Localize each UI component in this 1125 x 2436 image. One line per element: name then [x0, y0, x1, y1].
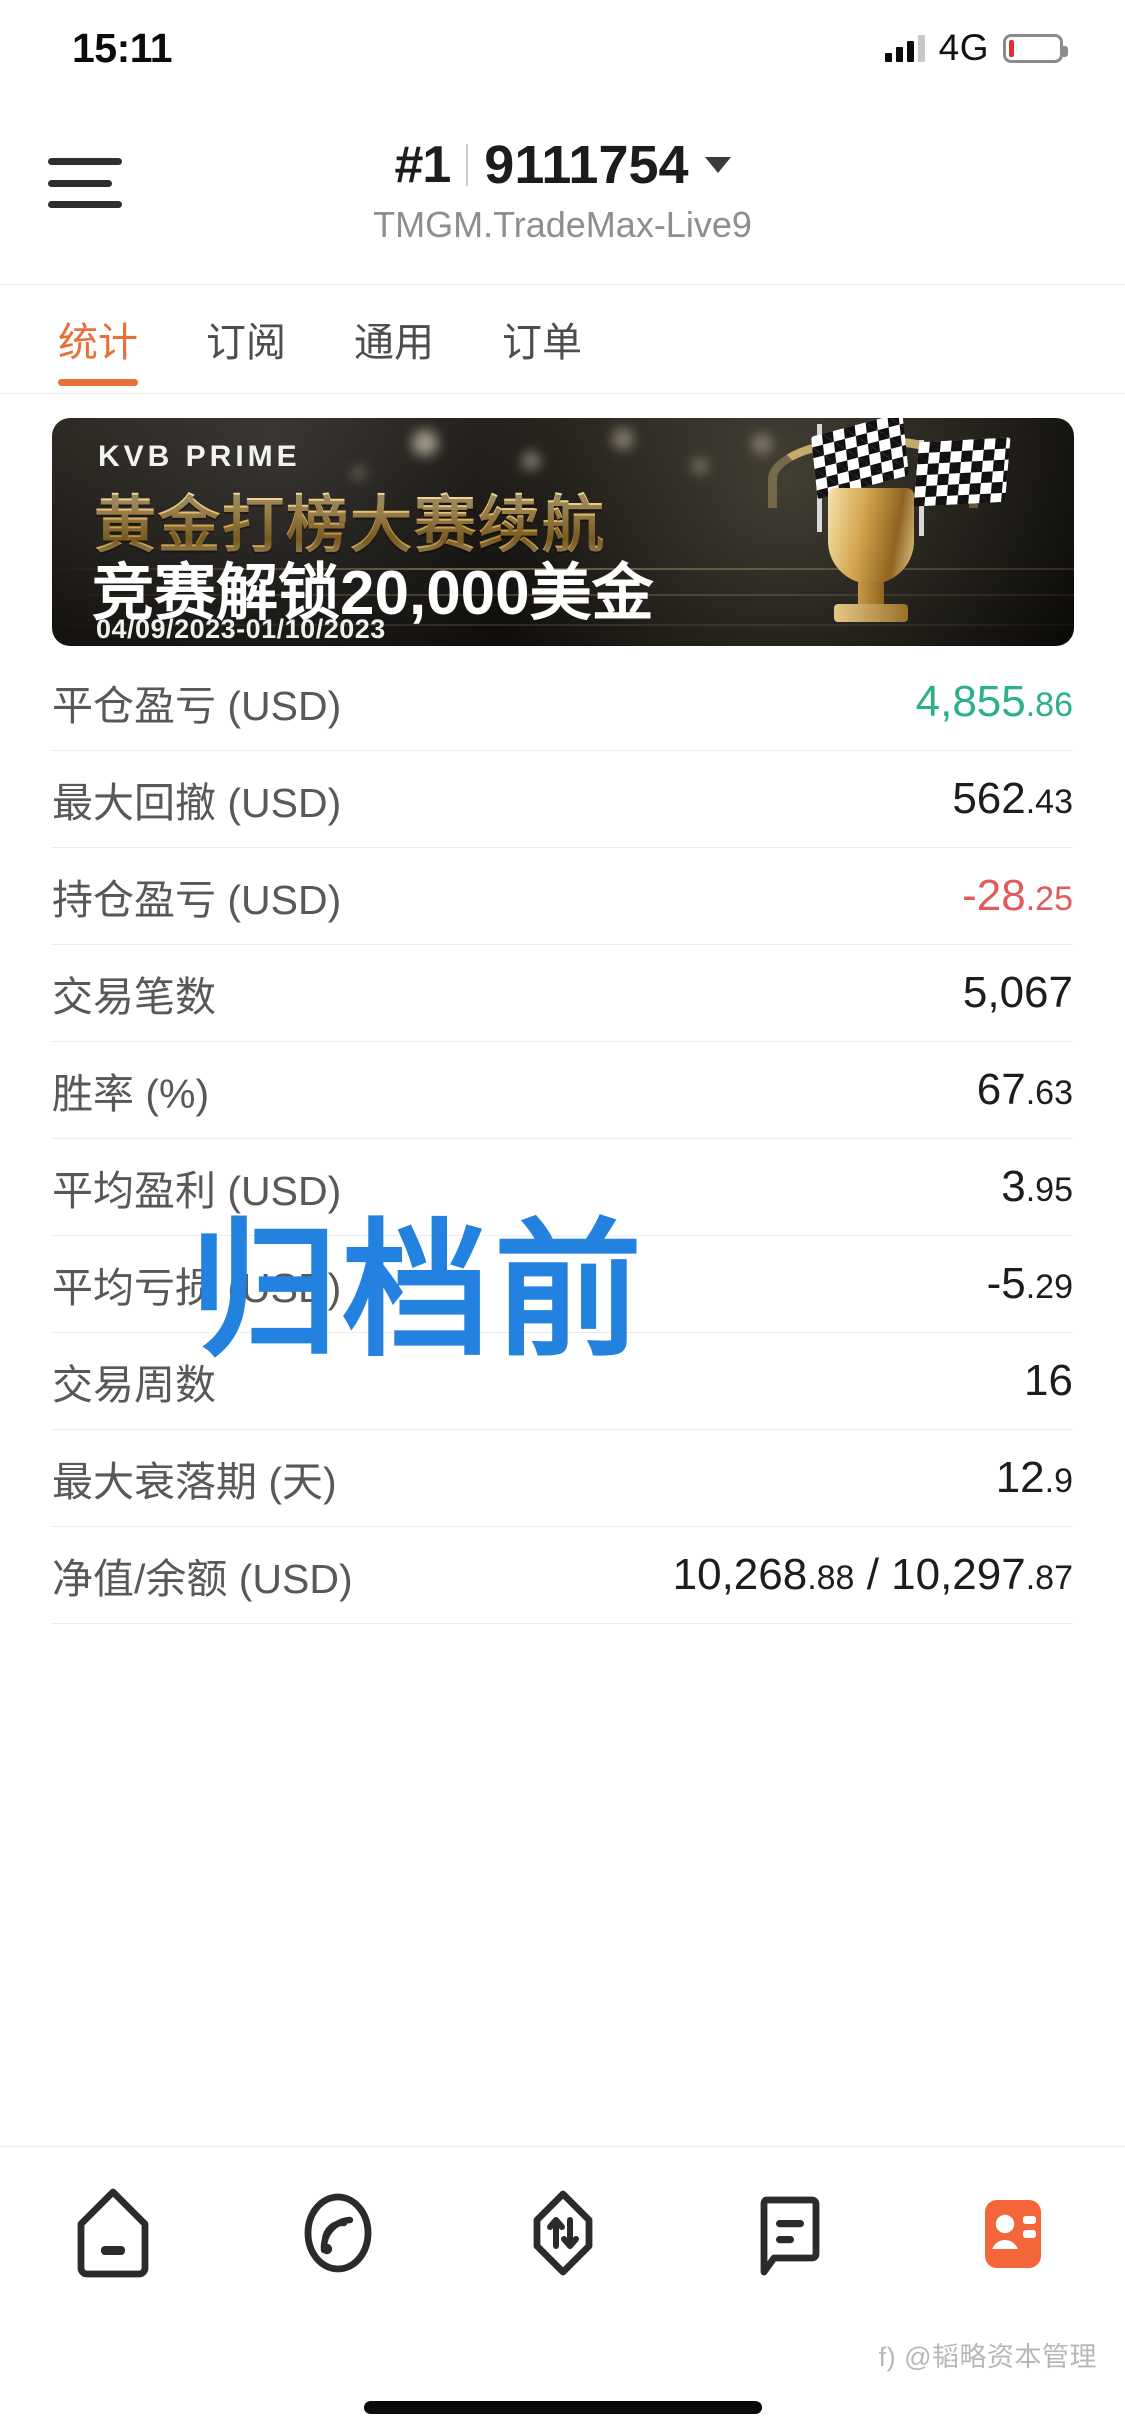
stat-label: 净值/余额 (USD)	[52, 1556, 353, 1602]
status-right-group: 4G	[884, 27, 1068, 69]
trophy-icon	[786, 452, 956, 632]
bottom-navigation-bar	[0, 2146, 1125, 2318]
table-row[interactable]: 交易周数 16	[52, 1333, 1073, 1430]
stat-label: 最大回撤 (USD)	[52, 780, 342, 826]
table-row[interactable]: 平仓盈亏 (USD) 4,855.86	[52, 654, 1073, 751]
home-icon	[71, 2186, 155, 2280]
account-number: 9111754	[484, 135, 689, 195]
banner-brand: KVB PRIME	[98, 440, 301, 473]
stat-value: -5.29	[986, 1259, 1073, 1308]
banner-date-range: 04/09/2023-01/10/2023	[96, 614, 386, 644]
tab-orders[interactable]: 订单	[468, 284, 616, 394]
tab-bar: 统计 订阅 通用 订单	[0, 284, 1125, 394]
tab-subscription[interactable]: 订阅	[172, 284, 320, 394]
stat-label: 交易笔数	[52, 974, 216, 1020]
table-row[interactable]: 净值/余额 (USD) 10,268.88 / 10,297.87	[52, 1527, 1073, 1624]
tab-general[interactable]: 通用	[320, 284, 468, 394]
chevron-down-icon[interactable]	[704, 157, 731, 173]
table-row[interactable]: 持仓盈亏 (USD) -28.25	[52, 848, 1073, 945]
title-divider	[466, 144, 469, 186]
stat-label: 最大衰落期 (天)	[52, 1459, 337, 1505]
table-row[interactable]: 最大回撤 (USD) 562.43	[52, 751, 1073, 848]
status-time: 15:11	[72, 24, 173, 71]
signal-bars-icon	[884, 34, 925, 62]
signal-wave-icon	[296, 2186, 380, 2280]
stat-label: 平仓盈亏 (USD)	[52, 683, 342, 729]
home-indicator[interactable]	[363, 2401, 762, 2414]
table-row[interactable]: 胜率 (%) 67.63	[52, 1042, 1073, 1139]
stat-value: 10,268.88 / 10,297.87	[672, 1550, 1073, 1599]
message-icon	[746, 2186, 830, 2280]
stat-value: 12.9	[995, 1453, 1073, 1502]
nav-trade[interactable]	[488, 2173, 638, 2293]
nav-home[interactable]	[38, 2173, 188, 2293]
promo-banner[interactable]: KVB PRIME 黄金打榜大赛续航 竞赛解锁20,000美金 04/09/20…	[52, 418, 1074, 646]
stat-value: 67.63	[976, 1065, 1073, 1114]
stat-value: -28.25	[962, 871, 1073, 920]
battery-low-icon	[1003, 33, 1068, 63]
stat-value: 5,067	[962, 968, 1073, 1017]
profile-card-icon	[971, 2186, 1055, 2280]
table-row[interactable]: 平均盈利 (USD) 3.95	[52, 1139, 1073, 1236]
watermark-text: f) @韬略资本管理	[878, 2342, 1097, 2372]
statistics-list: 平仓盈亏 (USD) 4,855.86 最大回撤 (USD) 562.43 持仓…	[0, 654, 1125, 1624]
status-bar: 15:11 4G	[0, 0, 1125, 96]
server-name: TMGM.TradeMax-Live9	[373, 204, 752, 245]
stat-value: 4,855.86	[915, 677, 1073, 726]
nav-chat[interactable]	[713, 2173, 863, 2293]
table-row[interactable]: 平均亏损 (USD) -5.29	[52, 1236, 1073, 1333]
table-row[interactable]: 最大衰落期 (天) 12.9	[52, 1430, 1073, 1527]
stat-label: 持仓盈亏 (USD)	[52, 877, 342, 923]
nav-signals[interactable]	[263, 2173, 413, 2293]
account-title-block[interactable]: #1 9111754 TMGM.TradeMax-Live9	[0, 134, 1125, 246]
phone-screen: 15:11 4G #1 9111754 TMGM.TradeMax-Live9	[0, 0, 1125, 2436]
account-title-line[interactable]: #1 9111754	[394, 134, 731, 196]
stat-value: 16	[1024, 1356, 1073, 1405]
stat-value: 3.95	[1001, 1162, 1073, 1211]
account-rank: #1	[394, 136, 451, 194]
stat-label: 胜率 (%)	[52, 1071, 210, 1117]
stat-value: 562.43	[952, 774, 1073, 823]
stat-label: 平均盈利 (USD)	[52, 1168, 342, 1214]
network-type-label: 4G	[938, 27, 989, 68]
stat-label: 交易周数	[52, 1362, 216, 1408]
tab-statistics[interactable]: 统计	[24, 284, 172, 394]
table-row[interactable]: 交易笔数 5,067	[52, 945, 1073, 1042]
nav-profile[interactable]	[938, 2173, 1088, 2293]
app-header: #1 9111754 TMGM.TradeMax-Live9	[0, 96, 1125, 284]
trade-arrows-icon	[521, 2186, 605, 2280]
stat-label: 平均亏损 (USD)	[52, 1265, 342, 1311]
